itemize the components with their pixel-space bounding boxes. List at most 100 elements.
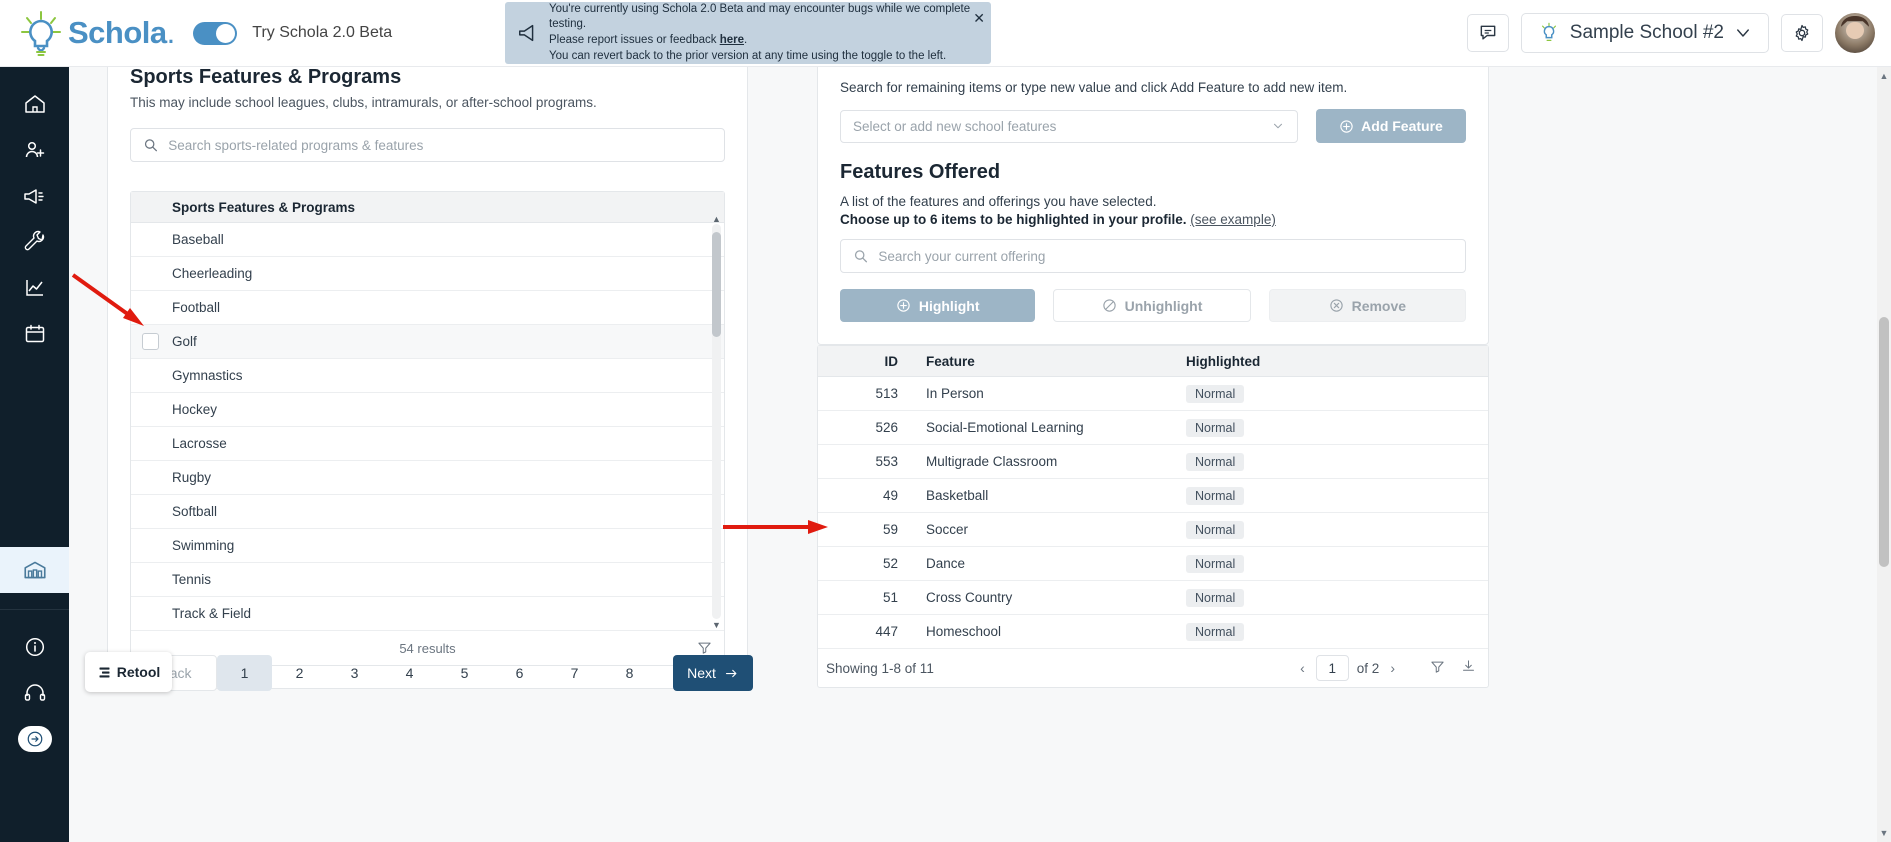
- pagination: Back 1 2 3 4 5 6 7 8 Next: [135, 655, 753, 691]
- settings-button[interactable]: [1781, 14, 1823, 52]
- sports-search-box[interactable]: [130, 128, 725, 162]
- table-row[interactable]: 513 In Person Normal: [818, 377, 1488, 411]
- plus-circle-icon: [1340, 119, 1353, 133]
- remove-button[interactable]: Remove: [1268, 289, 1466, 322]
- pagination-page-5[interactable]: 5: [437, 655, 492, 691]
- pagination-page-1[interactable]: 1: [217, 655, 272, 691]
- scrollbar-thumb[interactable]: [712, 232, 721, 337]
- headset-icon: [24, 684, 45, 701]
- pagination-page-3[interactable]: 3: [327, 655, 382, 691]
- scroll-up-icon[interactable]: ▲: [712, 214, 721, 224]
- features-table-footer: Showing 1-8 of 11 ‹ 1 of 2 ›: [818, 649, 1488, 687]
- search-icon: [144, 139, 158, 152]
- sports-search-input[interactable]: [168, 137, 712, 153]
- no-entry-icon: [1102, 299, 1116, 312]
- cell-id: 52: [882, 556, 898, 571]
- offering-search-box[interactable]: [840, 239, 1466, 273]
- chat-button[interactable]: [1466, 14, 1509, 52]
- sidebar-item-home[interactable]: [0, 81, 69, 127]
- megaphone-icon: [23, 189, 44, 204]
- cell-feature: Multigrade Classroom: [926, 454, 1058, 469]
- features-desc-line2: Choose up to 6 items to be highlighted i…: [840, 212, 1466, 227]
- sports-features-table: Sports Features & Programs Baseball Chee…: [130, 191, 725, 666]
- beta-toggle[interactable]: [193, 21, 238, 45]
- table-row[interactable]: 526 Social-Emotional Learning Normal: [818, 411, 1488, 445]
- pagination-next-button[interactable]: Next: [673, 655, 753, 691]
- sports-table-scrollbar[interactable]: ▲ ▼: [712, 214, 721, 630]
- list-item[interactable]: Swimming: [131, 529, 724, 563]
- list-item[interactable]: Cheerleading: [131, 257, 724, 291]
- highlight-button[interactable]: Highlight: [840, 289, 1036, 322]
- download-icon[interactable]: [1461, 659, 1476, 677]
- list-item-label: Lacrosse: [172, 436, 227, 451]
- sidebar-item-support[interactable]: [0, 670, 69, 716]
- column-header-id: ID: [884, 353, 899, 369]
- list-item[interactable]: Track & Field: [131, 597, 724, 631]
- sidebar-item-families[interactable]: [0, 127, 69, 173]
- pagination-page-6[interactable]: 6: [492, 655, 547, 691]
- offering-search-input[interactable]: [878, 248, 1453, 264]
- add-feature-button[interactable]: Add Feature: [1316, 109, 1466, 143]
- table-row[interactable]: 49 Basketball Normal: [818, 479, 1488, 513]
- sidebar-item-calendar[interactable]: [0, 311, 69, 357]
- retool-badge[interactable]: Retool: [85, 652, 172, 692]
- sidebar-item-tools[interactable]: [0, 219, 69, 265]
- list-item[interactable]: Baseball: [131, 223, 724, 257]
- report-issues-link[interactable]: here: [720, 34, 744, 46]
- table-row-soccer[interactable]: 59 Soccer Normal: [818, 513, 1488, 547]
- table-row[interactable]: 51 Cross Country Normal: [818, 581, 1488, 615]
- sidebar-item-school-profile[interactable]: [0, 547, 69, 593]
- plus-circle-icon: [897, 299, 910, 312]
- sports-table-header: Sports Features & Programs: [131, 192, 724, 223]
- showing-text: Showing 1-8 of 11: [826, 660, 934, 676]
- chevron-down-icon: [1273, 123, 1283, 129]
- list-item-label: Track & Field: [172, 606, 252, 621]
- app-root: Schola . Try Schola 2.0 Beta You're curr…: [0, 0, 1891, 842]
- see-example-link[interactable]: (see example): [1190, 212, 1276, 227]
- wrench-icon: [24, 230, 44, 251]
- status-badge: Normal: [1186, 622, 1245, 641]
- page-number-input[interactable]: 1: [1315, 655, 1349, 681]
- sidebar-collapse-button[interactable]: [17, 726, 52, 752]
- calendar-icon: [25, 324, 44, 343]
- list-item[interactable]: Hockey: [131, 393, 724, 427]
- sidebar-item-marketing[interactable]: [0, 173, 69, 219]
- avatar[interactable]: [1835, 13, 1875, 53]
- scroll-up-icon[interactable]: ▲: [1877, 69, 1891, 83]
- table-row[interactable]: 447 Homeschool Normal: [818, 615, 1488, 649]
- school-selector[interactable]: Sample School #2: [1520, 13, 1769, 53]
- cell-feature: Soccer: [926, 522, 969, 537]
- list-item[interactable]: Football: [131, 291, 724, 325]
- page-scrollbar[interactable]: ▲ ▼: [1877, 67, 1891, 842]
- top-bar: Schola . Try Schola 2.0 Beta You're curr…: [0, 0, 1891, 67]
- cell-highlighted: Normal: [1178, 486, 1488, 505]
- sidebar-item-analytics[interactable]: [0, 265, 69, 311]
- pagination-next-label: Next: [687, 665, 716, 681]
- chevron-left-icon[interactable]: ‹: [1297, 660, 1308, 676]
- remove-label: Remove: [1351, 297, 1407, 314]
- list-item[interactable]: Lacrosse: [131, 427, 724, 461]
- pagination-page-8[interactable]: 8: [602, 655, 657, 691]
- list-item[interactable]: Gymnastics: [131, 359, 724, 393]
- filter-icon[interactable]: [1430, 659, 1445, 677]
- table-row[interactable]: 52 Dance Normal: [818, 547, 1488, 581]
- list-item[interactable]: Softball: [131, 495, 724, 529]
- chevron-right-icon[interactable]: ›: [1387, 660, 1398, 676]
- list-item[interactable]: Tennis: [131, 563, 724, 597]
- lightbulb-icon: [1541, 22, 1556, 41]
- list-item[interactable]: Rugby: [131, 461, 724, 495]
- pagination-page-2[interactable]: 2: [272, 655, 327, 691]
- list-item-golf[interactable]: Golf: [131, 325, 724, 359]
- scroll-down-icon[interactable]: ▼: [712, 620, 721, 630]
- table-row[interactable]: 553 Multigrade Classroom Normal: [818, 445, 1488, 479]
- pagination-page-7[interactable]: 7: [547, 655, 602, 691]
- scroll-down-icon[interactable]: ▼: [1877, 826, 1891, 840]
- scrollbar-thumb[interactable]: [1879, 317, 1889, 567]
- schola-logo[interactable]: Schola .: [16, 8, 175, 58]
- pagination-page-4[interactable]: 4: [382, 655, 437, 691]
- sidebar-item-info[interactable]: [0, 624, 69, 670]
- golf-row-checkbox[interactable]: [142, 333, 159, 350]
- unhighlight-button[interactable]: Unhighlight: [1053, 289, 1251, 322]
- feature-select[interactable]: Select or add new school features: [840, 109, 1298, 143]
- close-icon[interactable]: ✕: [973, 11, 985, 25]
